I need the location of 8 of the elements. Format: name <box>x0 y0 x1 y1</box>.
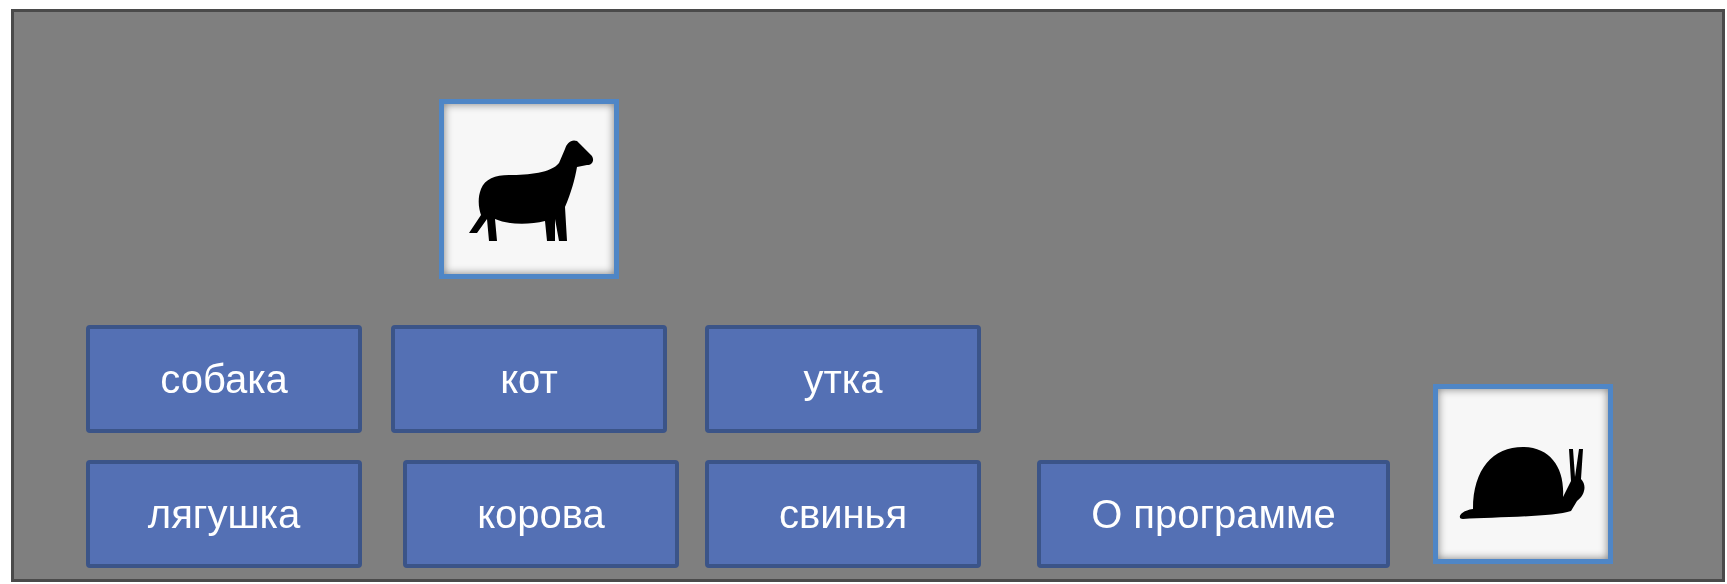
snail-picture[interactable] <box>1433 384 1613 564</box>
animal-button[interactable]: кот <box>391 325 667 433</box>
animal-button[interactable]: собака <box>86 325 362 433</box>
animal-button[interactable]: корова <box>403 460 679 568</box>
animal-button[interactable]: лягушка <box>86 460 362 568</box>
animal-button[interactable]: свинья <box>705 460 981 568</box>
animal-button[interactable]: О программе <box>1037 460 1390 568</box>
animal-button[interactable]: утка <box>705 325 981 433</box>
